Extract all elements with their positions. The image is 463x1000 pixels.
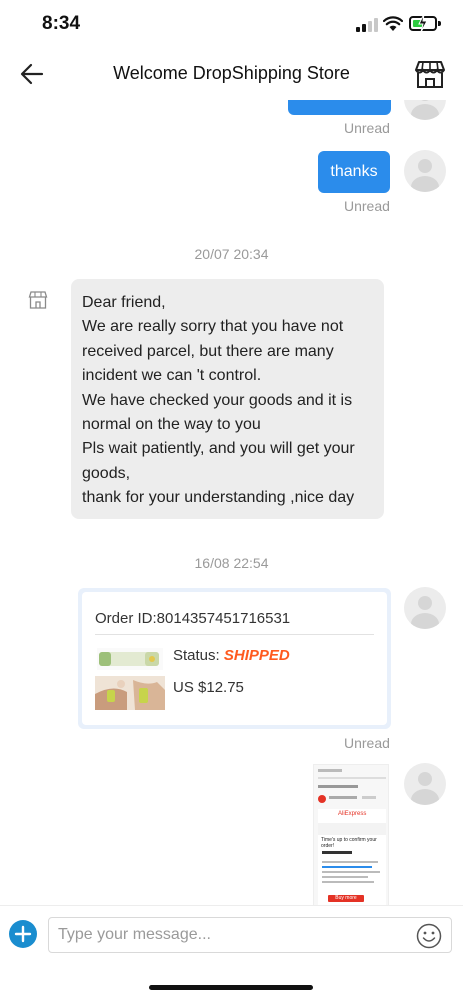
message-line: We have checked your goods and it is (82, 391, 353, 409)
message-line: incident we can 't control. (82, 367, 262, 385)
message-line: normal on the way to you (82, 416, 261, 434)
order-status-value: SHIPPED (223, 647, 290, 664)
message-bubble-previous[interactable] (288, 100, 391, 115)
product-thumbnail[interactable] (97, 648, 163, 670)
status-bar: 8:34 (0, 0, 463, 48)
message-composer (0, 905, 463, 967)
charging-bolt-icon (418, 13, 428, 33)
wifi-icon (383, 16, 403, 31)
back-button[interactable] (18, 60, 46, 88)
add-button[interactable] (9, 920, 37, 948)
divider (95, 634, 374, 635)
screenshot-button: Buy more (335, 895, 357, 901)
read-status: Unread (344, 120, 390, 136)
message-line: thank for your understanding ,nice day (82, 489, 355, 507)
message-input[interactable] (48, 917, 452, 953)
order-status: Status: SHIPPED (173, 647, 290, 664)
home-indicator[interactable] (149, 985, 313, 990)
order-price: US $12.75 (173, 679, 244, 696)
avatar (404, 100, 446, 120)
screenshot-brand: AliExpress (338, 811, 367, 817)
emoji-button[interactable] (416, 923, 442, 949)
signal-icon (356, 18, 378, 32)
store-button[interactable] (414, 58, 446, 90)
message-line: Dear friend, (82, 294, 166, 311)
avatar (404, 150, 446, 192)
avatar (404, 763, 446, 805)
product-thumbnail[interactable] (95, 676, 165, 710)
message-line: Pls wait patiently, and you will get you… (82, 440, 355, 458)
message-timestamp: 16/08 22:54 (194, 555, 269, 571)
read-status: Unread (344, 198, 390, 214)
order-id: Order ID:8014357451716531 (95, 610, 291, 627)
order-status-label: Status: (173, 647, 224, 664)
message-text: thanks (330, 163, 378, 180)
avatar (404, 587, 446, 629)
read-status: Unread (344, 735, 390, 751)
message-bubble-thanks[interactable]: thanks (318, 151, 390, 193)
order-card[interactable]: Order ID:8014357451716531 Status: SHIPPE… (78, 588, 391, 729)
shop-icon (28, 291, 48, 309)
plus-icon (14, 925, 32, 943)
message-line: goods, (82, 464, 131, 482)
message-line: We are really sorry that you have not (82, 318, 344, 336)
message-line: received parcel, but there are many (82, 342, 334, 360)
status-time: 8:34 (42, 13, 81, 34)
message-bubble-seller[interactable]: Dear friend, We are really sorry that yo… (71, 279, 384, 519)
message-timestamp: 20/07 20:34 (194, 246, 269, 262)
screenshot-heading: Time's up to confirm your order! (321, 837, 379, 849)
message-list[interactable]: Unread thanks Unread 20/07 20:34 Dear fr… (0, 100, 463, 905)
chat-header: Welcome DropShipping Store (0, 48, 463, 100)
screenshot-image[interactable]: AliExpress Time's up to confirm your ord… (313, 764, 389, 905)
page-title: Welcome DropShipping Store (113, 63, 350, 83)
